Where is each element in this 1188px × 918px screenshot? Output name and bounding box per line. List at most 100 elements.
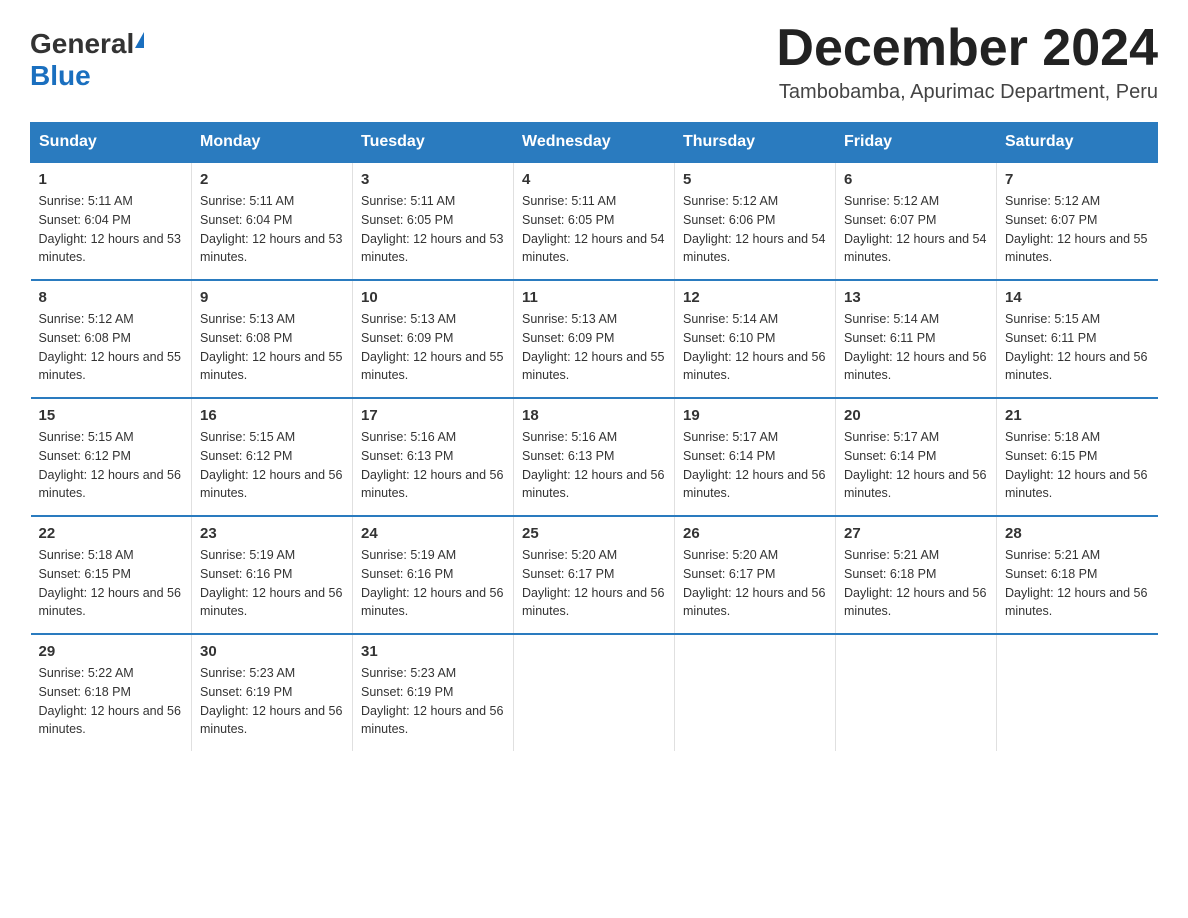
- day-number: 23: [200, 525, 344, 542]
- calendar-week-row: 15Sunrise: 5:15 AMSunset: 6:12 PMDayligh…: [31, 398, 1158, 516]
- calendar-cell: 31 Sunrise: 5:23 AMSunset: 6:19 PMDayligh…: [353, 634, 514, 751]
- day-info: Sunrise: 5:20 AMSunset: 6:17 PMDaylight:…: [683, 546, 827, 621]
- day-number: 8: [39, 289, 184, 306]
- calendar-cell: 1 Sunrise: 5:11 AMSunset: 6:04 PMDaylight…: [31, 162, 192, 280]
- calendar-cell: [836, 634, 997, 751]
- calendar-cell: 19 Sunrise: 5:17 AMSunset: 6:14 PMDayligh…: [675, 398, 836, 516]
- day-info: Sunrise: 5:17 AMSunset: 6:14 PMDaylight:…: [683, 428, 827, 503]
- logo: General Blue: [30, 28, 144, 92]
- day-number: 4: [522, 171, 666, 188]
- day-info: Sunrise: 5:12 AMSunset: 6:08 PMDaylight:…: [39, 310, 184, 385]
- calendar-week-row: 22 Sunrise: 5:18 AMSunset: 6:15 PMDayligh…: [31, 516, 1158, 634]
- calendar-cell: 30 Sunrise: 5:23 AMSunset: 6:19 PMDayligh…: [192, 634, 353, 751]
- day-number: 17: [361, 407, 505, 424]
- day-info: Sunrise: 5:20 AMSunset: 6:17 PMDaylight:…: [522, 546, 666, 621]
- day-info: Sunrise: 5:17 AMSunset: 6:14 PMDaylight:…: [844, 428, 988, 503]
- day-number: 9: [200, 289, 344, 306]
- calendar-cell: 3Sunrise: 5:11 AMSunset: 6:05 PMDaylight…: [353, 162, 514, 280]
- calendar-week-row: 1 Sunrise: 5:11 AMSunset: 6:04 PMDaylight…: [31, 162, 1158, 280]
- calendar-cell: 28 Sunrise: 5:21 AMSunset: 6:18 PMDayligh…: [997, 516, 1158, 634]
- calendar-cell: 6Sunrise: 5:12 AMSunset: 6:07 PMDaylight…: [836, 162, 997, 280]
- day-number: 31: [361, 643, 505, 660]
- day-number: 27: [844, 525, 988, 542]
- day-number: 18: [522, 407, 666, 424]
- calendar-cell: 21 Sunrise: 5:18 AMSunset: 6:15 PMDayligh…: [997, 398, 1158, 516]
- day-info: Sunrise: 5:16 AMSunset: 6:13 PMDaylight:…: [361, 428, 505, 503]
- day-info: Sunrise: 5:13 AMSunset: 6:09 PMDaylight:…: [361, 310, 505, 385]
- calendar-cell: 13Sunrise: 5:14 AMSunset: 6:11 PMDayligh…: [836, 280, 997, 398]
- day-info: Sunrise: 5:21 AMSunset: 6:18 PMDaylight:…: [1005, 546, 1150, 621]
- calendar-cell: 8 Sunrise: 5:12 AMSunset: 6:08 PMDaylight…: [31, 280, 192, 398]
- day-info: Sunrise: 5:11 AMSunset: 6:04 PMDaylight:…: [39, 192, 184, 267]
- calendar-week-row: 8 Sunrise: 5:12 AMSunset: 6:08 PMDaylight…: [31, 280, 1158, 398]
- calendar-cell: [997, 634, 1158, 751]
- month-title: December 2024: [776, 20, 1158, 77]
- calendar-table: SundayMondayTuesdayWednesdayThursdayFrid…: [30, 122, 1158, 751]
- calendar-cell: 26 Sunrise: 5:20 AMSunset: 6:17 PMDayligh…: [675, 516, 836, 634]
- weekday-header-tuesday: Tuesday: [353, 123, 514, 163]
- calendar-cell: 17 Sunrise: 5:16 AMSunset: 6:13 PMDayligh…: [353, 398, 514, 516]
- day-number: 20: [844, 407, 988, 424]
- day-number: 21: [1005, 407, 1150, 424]
- weekday-header-sunday: Sunday: [31, 123, 192, 163]
- day-number: 26: [683, 525, 827, 542]
- day-info: Sunrise: 5:12 AMSunset: 6:07 PMDaylight:…: [1005, 192, 1150, 267]
- calendar-cell: 24 Sunrise: 5:19 AMSunset: 6:16 PMDayligh…: [353, 516, 514, 634]
- location-title: Tambobamba, Apurimac Department, Peru: [776, 81, 1158, 104]
- calendar-cell: 7 Sunrise: 5:12 AMSunset: 6:07 PMDaylight…: [997, 162, 1158, 280]
- day-number: 25: [522, 525, 666, 542]
- day-number: 2: [200, 171, 344, 188]
- calendar-cell: 15Sunrise: 5:15 AMSunset: 6:12 PMDayligh…: [31, 398, 192, 516]
- weekday-header-wednesday: Wednesday: [514, 123, 675, 163]
- day-info: Sunrise: 5:19 AMSunset: 6:16 PMDaylight:…: [200, 546, 344, 621]
- day-info: Sunrise: 5:15 AMSunset: 6:11 PMDaylight:…: [1005, 310, 1150, 385]
- day-number: 19: [683, 407, 827, 424]
- day-info: Sunrise: 5:23 AMSunset: 6:19 PMDaylight:…: [361, 664, 505, 739]
- day-number: 1: [39, 171, 184, 188]
- day-info: Sunrise: 5:12 AMSunset: 6:07 PMDaylight:…: [844, 192, 988, 267]
- calendar-cell: 20 Sunrise: 5:17 AMSunset: 6:14 PMDayligh…: [836, 398, 997, 516]
- day-info: Sunrise: 5:16 AMSunset: 6:13 PMDaylight:…: [522, 428, 666, 503]
- calendar-cell: 27 Sunrise: 5:21 AMSunset: 6:18 PMDayligh…: [836, 516, 997, 634]
- day-info: Sunrise: 5:14 AMSunset: 6:11 PMDaylight:…: [844, 310, 988, 385]
- day-number: 15: [39, 407, 184, 424]
- calendar-cell: 2Sunrise: 5:11 AMSunset: 6:04 PMDaylight…: [192, 162, 353, 280]
- day-info: Sunrise: 5:22 AMSunset: 6:18 PMDaylight:…: [39, 664, 184, 739]
- calendar-cell: 5 Sunrise: 5:12 AMSunset: 6:06 PMDaylight…: [675, 162, 836, 280]
- weekday-header-monday: Monday: [192, 123, 353, 163]
- day-number: 7: [1005, 171, 1150, 188]
- logo-general-text: General: [30, 28, 134, 60]
- day-info: Sunrise: 5:11 AMSunset: 6:05 PMDaylight:…: [361, 192, 505, 267]
- calendar-cell: 10 Sunrise: 5:13 AMSunset: 6:09 PMDayligh…: [353, 280, 514, 398]
- day-info: Sunrise: 5:19 AMSunset: 6:16 PMDaylight:…: [361, 546, 505, 621]
- day-info: Sunrise: 5:12 AMSunset: 6:06 PMDaylight:…: [683, 192, 827, 267]
- title-section: December 2024 Tambobamba, Apurimac Depar…: [776, 20, 1158, 104]
- logo-arrow-icon: [135, 32, 144, 48]
- day-number: 10: [361, 289, 505, 306]
- calendar-cell: 18 Sunrise: 5:16 AMSunset: 6:13 PMDayligh…: [514, 398, 675, 516]
- day-number: 12: [683, 289, 827, 306]
- day-number: 14: [1005, 289, 1150, 306]
- day-info: Sunrise: 5:18 AMSunset: 6:15 PMDaylight:…: [39, 546, 184, 621]
- calendar-cell: 12Sunrise: 5:14 AMSunset: 6:10 PMDayligh…: [675, 280, 836, 398]
- day-number: 28: [1005, 525, 1150, 542]
- page-header: General Blue December 2024 Tambobamba, A…: [30, 20, 1158, 104]
- calendar-cell: 4Sunrise: 5:11 AMSunset: 6:05 PMDaylight…: [514, 162, 675, 280]
- day-info: Sunrise: 5:13 AMSunset: 6:09 PMDaylight:…: [522, 310, 666, 385]
- weekday-header-saturday: Saturday: [997, 123, 1158, 163]
- day-number: 30: [200, 643, 344, 660]
- day-info: Sunrise: 5:23 AMSunset: 6:19 PMDaylight:…: [200, 664, 344, 739]
- day-info: Sunrise: 5:18 AMSunset: 6:15 PMDaylight:…: [1005, 428, 1150, 503]
- day-number: 5: [683, 171, 827, 188]
- logo-blue-text: Blue: [30, 60, 91, 91]
- calendar-cell: 16Sunrise: 5:15 AMSunset: 6:12 PMDayligh…: [192, 398, 353, 516]
- day-number: 29: [39, 643, 184, 660]
- weekday-header-thursday: Thursday: [675, 123, 836, 163]
- day-number: 16: [200, 407, 344, 424]
- calendar-cell: 25 Sunrise: 5:20 AMSunset: 6:17 PMDayligh…: [514, 516, 675, 634]
- calendar-week-row: 29 Sunrise: 5:22 AMSunset: 6:18 PMDayligh…: [31, 634, 1158, 751]
- day-number: 24: [361, 525, 505, 542]
- weekday-header-friday: Friday: [836, 123, 997, 163]
- day-info: Sunrise: 5:21 AMSunset: 6:18 PMDaylight:…: [844, 546, 988, 621]
- day-number: 22: [39, 525, 184, 542]
